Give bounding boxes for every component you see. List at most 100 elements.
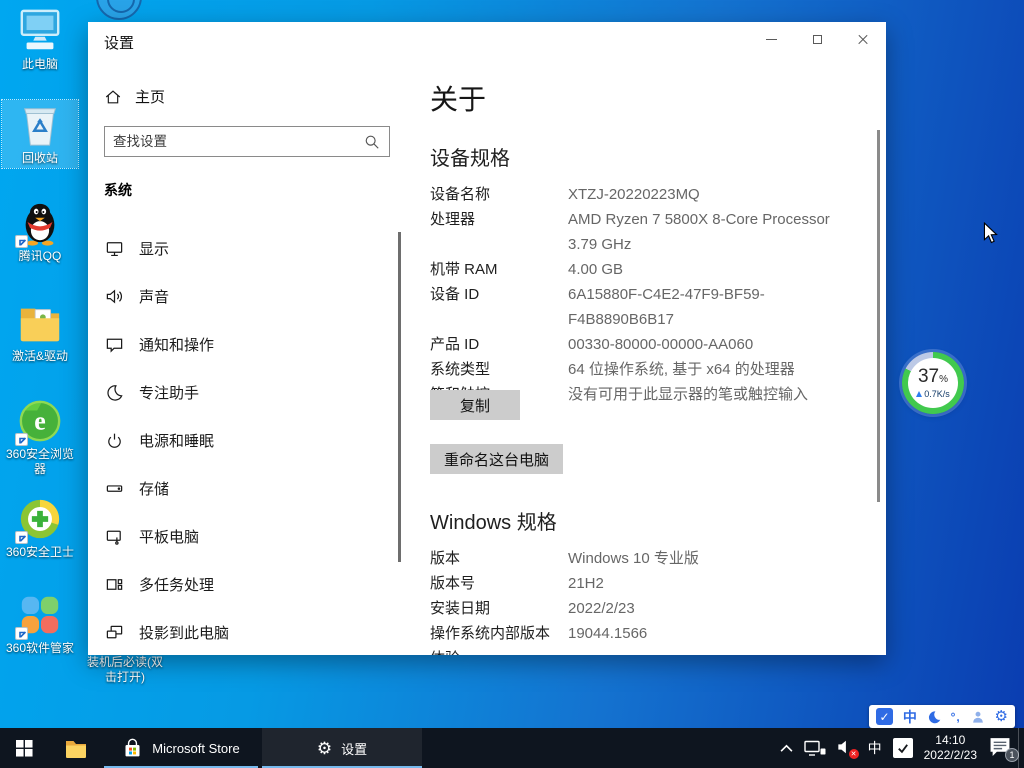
desktop-icon-360-browser[interactable]: e 360安全浏览器 <box>0 398 80 477</box>
desktop-icon-label: 回收站 <box>2 151 78 166</box>
desktop-icon-recycle-bin[interactable]: 回收站 <box>2 100 78 168</box>
desktop-icon-this-pc[interactable]: 此电脑 <box>0 8 80 72</box>
sidebar-item-projecting[interactable]: 投影到此电脑 <box>88 612 400 652</box>
settings-window: 设置 主页 系统 <box>88 22 886 655</box>
volume-mute-badge: ✕ <box>849 749 859 759</box>
search-input[interactable] <box>105 134 364 149</box>
search-icon[interactable] <box>364 134 380 150</box>
nav-label: 投影到此电脑 <box>139 622 229 643</box>
ime-tray-icon[interactable] <box>893 738 913 758</box>
spec-value: 4.00 GB <box>568 257 623 282</box>
punctuation-mode-icon[interactable]: °, <box>951 710 961 724</box>
sound-icon <box>105 287 124 306</box>
spec-label: 设备名称 <box>430 182 568 207</box>
file-explorer-button[interactable] <box>52 728 100 768</box>
tray-date: 2022/2/23 <box>924 748 977 763</box>
sidebar-scrollbar[interactable] <box>398 232 401 562</box>
rename-pc-button[interactable]: 重命名这台电脑 <box>430 444 563 474</box>
windows-spec-rows: 版本Windows 10 专业版 版本号21H2 安装日期2022/2/23 操… <box>430 546 870 655</box>
spec-label: 设备 ID <box>430 282 568 332</box>
taskbar-button-label: 设置 <box>341 739 367 758</box>
windows-spec-heading: Windows 规格 <box>430 506 557 535</box>
upload-arrow-icon <box>916 391 922 397</box>
about-page: 关于 设备规格 设备名称XTZJ-20220223MQ 处理器AMD Ryzen… <box>430 22 876 655</box>
nav-label: 通知和操作 <box>139 334 214 355</box>
sidebar-item-home[interactable]: 主页 <box>104 86 165 107</box>
tablet-icon <box>105 527 124 546</box>
nav-label: 存储 <box>139 478 169 499</box>
spec-value: 00330-80000-00000-AA060 <box>568 332 753 357</box>
taskbar-button-microsoft-store[interactable]: Microsoft Store <box>104 728 258 768</box>
sidebar-item-multitasking[interactable]: 多任务处理 <box>88 564 400 604</box>
nav-label: 多任务处理 <box>139 574 214 595</box>
windows-logo-icon <box>16 740 33 757</box>
desktop-icon-label: 激活&驱动 <box>0 349 80 364</box>
desktop-icon-drivers-folder[interactable]: 激活&驱动 <box>0 300 80 364</box>
sidebar-nav: 显示 声音 通知和操作 专注助手 电源和睡眠 <box>88 228 400 652</box>
shortcut-arrow-icon <box>15 235 28 248</box>
file-explorer-icon <box>64 736 88 760</box>
taskbar-button-settings[interactable]: ⚙ 设置 <box>262 728 422 768</box>
device-spec-heading: 设备规格 <box>430 142 510 171</box>
network-icon[interactable] <box>804 740 826 757</box>
spec-value: 64 位操作系统, 基于 x64 的处理器 <box>568 357 795 382</box>
spec-value: AMD Ryzen 7 5800X 8-Core Processor 3.79 … <box>568 207 830 257</box>
notification-count-badge: 1 <box>1005 748 1019 762</box>
taskbar: Microsoft Store ⚙ 设置 ✕ 中 14:10 <box>0 728 1024 768</box>
device-spec-rows: 设备名称XTZJ-20220223MQ 处理器AMD Ryzen 7 5800X… <box>430 182 870 407</box>
microsoft-store-icon <box>122 738 143 759</box>
copy-button[interactable]: 复制 <box>430 390 520 420</box>
spec-row: 设备 ID6A15880F-C4E2-47F9-BF59-F4B8890B6B1… <box>430 282 870 332</box>
sidebar-item-sound[interactable]: 声音 <box>88 276 400 316</box>
speed-ball-widget[interactable]: 37% 0.7K/s <box>902 352 964 414</box>
spec-value: 没有可用于此显示器的笔或触控输入 <box>568 382 808 407</box>
ime-chinese-mode[interactable]: 中 <box>903 707 917 727</box>
action-center-button[interactable]: 1 <box>988 736 1014 760</box>
ime-mode-indicator[interactable]: 中 <box>868 738 882 758</box>
spec-row: 设备名称XTZJ-20220223MQ <box>430 182 870 207</box>
desktop-icon-label: 360安全卫士 <box>0 545 80 560</box>
desktop-icon-readme-label[interactable]: 装机后必读(双击打开) <box>86 655 164 685</box>
storage-icon <box>105 479 124 498</box>
sidebar-item-focus-assist[interactable]: 专注助手 <box>88 372 400 412</box>
ime-logo-icon[interactable]: ✓ <box>876 708 893 725</box>
sidebar-item-power-sleep[interactable]: 电源和睡眠 <box>88 420 400 460</box>
spec-row: 处理器AMD Ryzen 7 5800X 8-Core Processor 3.… <box>430 207 870 257</box>
spec-label: 操作系统内部版本 <box>430 621 568 646</box>
percent-unit: % <box>939 374 948 385</box>
fullwidth-moon-icon[interactable] <box>927 710 941 724</box>
taskbar-button-label: Microsoft Store <box>152 741 239 756</box>
recycle-bin-icon <box>17 102 63 148</box>
desktop-icon-tencent-qq[interactable]: 腾讯QQ <box>0 200 80 264</box>
spec-row: 系统类型64 位操作系统, 基于 x64 的处理器 <box>430 357 870 382</box>
system-tray: ✕ 中 14:10 2022/2/23 1 <box>780 728 1014 768</box>
ime-toolbar: ✓ 中 °, ⚙ <box>869 705 1015 728</box>
sidebar-item-storage[interactable]: 存储 <box>88 468 400 508</box>
mouse-cursor <box>983 222 998 244</box>
user-icon[interactable] <box>971 710 985 724</box>
content-scrollbar[interactable] <box>877 130 880 502</box>
hidden-desktop-icon <box>96 0 142 20</box>
spec-value: 21H2 <box>568 571 604 596</box>
nav-label: 显示 <box>139 238 169 259</box>
show-desktop-button[interactable] <box>1018 728 1024 768</box>
sidebar-item-tablet[interactable]: 平板电脑 <box>88 516 400 556</box>
spec-label: 处理器 <box>430 207 568 257</box>
desktop-icon-360-safeguard[interactable]: 360安全卫士 <box>0 496 80 560</box>
start-button[interactable] <box>0 728 48 768</box>
tray-chevron-up-icon[interactable] <box>780 744 793 753</box>
settings-sidebar: 主页 系统 显示 声音 <box>88 22 403 655</box>
shortcut-arrow-icon <box>15 627 28 640</box>
desktop-icon-360-software-manager[interactable]: 360软件管家 <box>0 592 80 656</box>
multitasking-icon <box>105 575 124 594</box>
sidebar-item-display[interactable]: 显示 <box>88 228 400 268</box>
settings-gear-icon: ⚙ <box>317 740 332 757</box>
tencent-qq-icon <box>17 200 63 246</box>
ime-settings-gear-icon[interactable]: ⚙ <box>995 709 1008 724</box>
sidebar-item-notifications[interactable]: 通知和操作 <box>88 324 400 364</box>
taskbar-clock[interactable]: 14:10 2022/2/23 <box>924 733 977 763</box>
volume-muted-icon[interactable]: ✕ <box>837 739 857 757</box>
folder-icon <box>17 300 63 346</box>
spec-label: 版本 <box>430 546 568 571</box>
sidebar-home-label: 主页 <box>135 86 165 107</box>
